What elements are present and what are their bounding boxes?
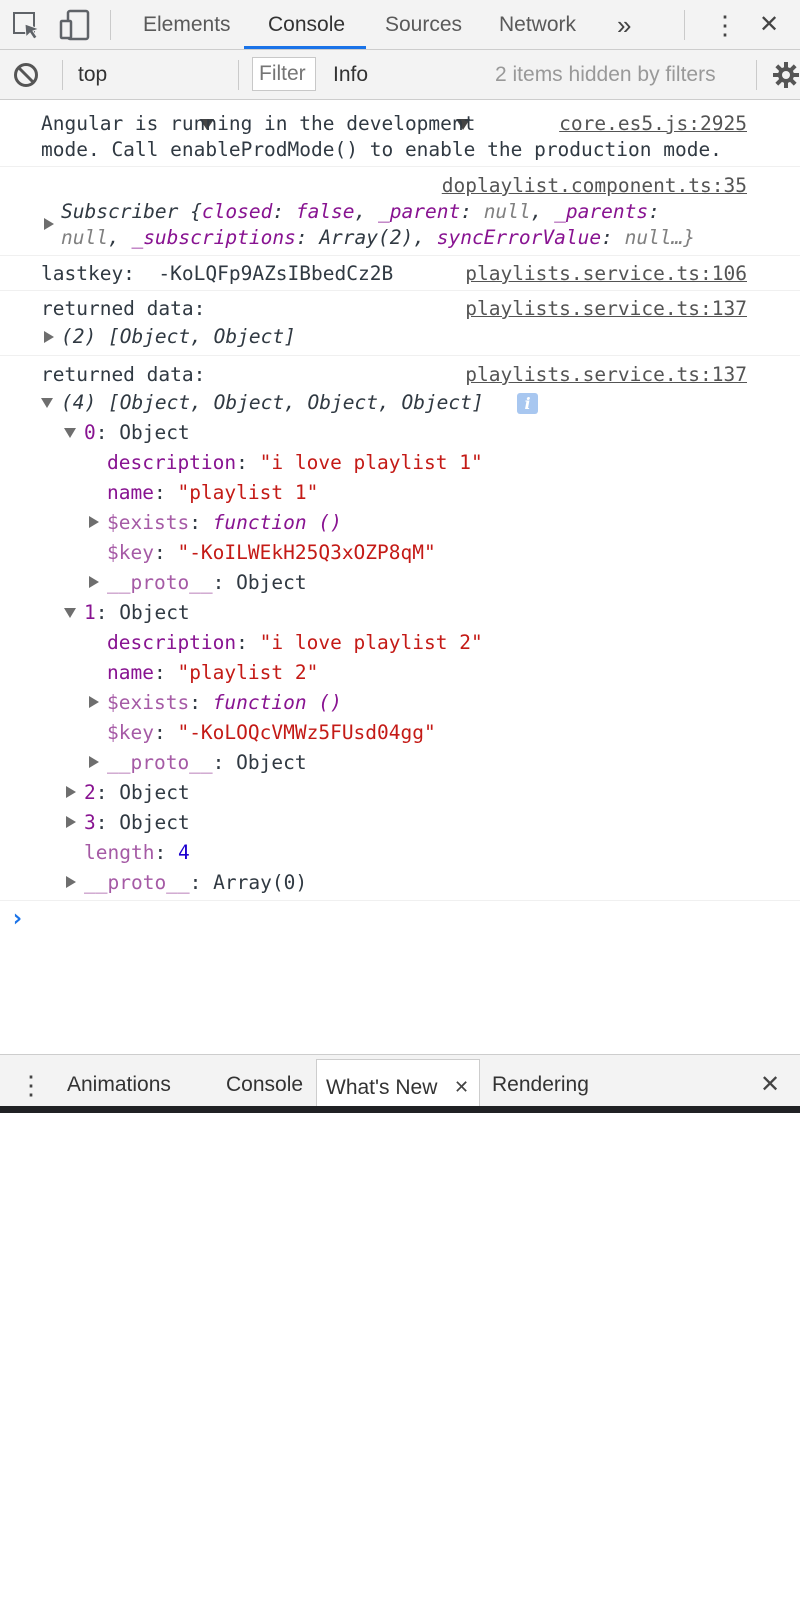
property-row[interactable]: __proto__: Array(0) bbox=[84, 870, 307, 896]
filter-divider bbox=[238, 60, 239, 90]
expand-arrow-icon[interactable] bbox=[89, 516, 99, 528]
filter-divider bbox=[756, 60, 757, 90]
collapse-arrow-icon[interactable] bbox=[41, 398, 53, 408]
tab-elements[interactable]: Elements bbox=[143, 0, 231, 50]
array-preview[interactable]: (2) [Object, Object] bbox=[61, 324, 296, 350]
context-selector[interactable]: top bbox=[78, 50, 107, 100]
property-row: name: "playlist 2" bbox=[107, 661, 319, 684]
console-message-text: Angular is running in the development bbox=[41, 112, 476, 135]
devtools-tab-bar: Elements Console Sources Network » ⋮ ✕ bbox=[0, 0, 800, 50]
console-message-text: lastkey: -KoLQFp9AZsIBbedCz2B bbox=[41, 262, 394, 285]
array-item[interactable]: 0: Object bbox=[84, 420, 190, 446]
message-divider bbox=[0, 355, 800, 356]
source-link[interactable]: playlists.service.ts:137 bbox=[465, 362, 747, 388]
filter-divider bbox=[62, 60, 63, 90]
window-bottom-edge bbox=[0, 1106, 800, 1113]
message-divider bbox=[0, 255, 800, 256]
drawer-tab-bar: ⋮ Animations Console What's New ✕ Render… bbox=[0, 1054, 800, 1113]
log-level-selector[interactable]: Info bbox=[333, 50, 368, 100]
hidden-items-note: 2 items hidden by filters bbox=[495, 63, 716, 86]
source-link[interactable]: doplaylist.component.ts:35 bbox=[442, 173, 747, 199]
console-message-text: mode. Call enableProdMode() to enable th… bbox=[41, 138, 722, 161]
expand-arrow-icon[interactable] bbox=[44, 218, 54, 230]
gear-icon[interactable] bbox=[772, 61, 800, 89]
property-row: $key: "-KoILWEkH25Q3xOZP8qM" bbox=[107, 541, 436, 564]
drawer-tab-animations[interactable]: Animations bbox=[67, 1055, 171, 1107]
expand-arrow-icon[interactable] bbox=[44, 331, 54, 343]
toolbar-divider bbox=[684, 10, 685, 40]
property-row: description: "i love playlist 2" bbox=[107, 631, 483, 654]
drawer-tab-whats-new[interactable]: What's New ✕ bbox=[316, 1059, 480, 1109]
property-row: $key: "-KoLOQcVMWz5FUsd04gg" bbox=[107, 721, 436, 744]
message-divider bbox=[0, 290, 800, 291]
source-link[interactable]: core.es5.js:2925 bbox=[559, 111, 747, 137]
property-row[interactable]: __proto__: Object bbox=[107, 750, 307, 776]
console-message-text: returned data: bbox=[41, 297, 206, 320]
array-item[interactable]: 1: Object bbox=[84, 600, 190, 626]
tab-console[interactable]: Console bbox=[268, 0, 345, 50]
filter-input[interactable] bbox=[252, 57, 316, 91]
property-row: length: 4 bbox=[84, 841, 190, 864]
array-item[interactable]: 2: Object bbox=[84, 780, 190, 806]
customize-menu-icon[interactable]: ⋮ bbox=[712, 0, 738, 50]
property-row: name: "playlist 1" bbox=[107, 481, 319, 504]
property-row[interactable]: __proto__: Object bbox=[107, 570, 307, 596]
source-link[interactable]: playlists.service.ts:106 bbox=[465, 261, 747, 287]
more-tabs-icon[interactable]: » bbox=[617, 0, 631, 50]
property-row[interactable]: $exists: function () bbox=[107, 510, 342, 536]
close-drawer-icon[interactable]: ✕ bbox=[760, 1055, 780, 1107]
expand-arrow-icon[interactable] bbox=[66, 876, 76, 888]
console-filter-bar: top Info 2 items hidden by filters bbox=[0, 50, 800, 130]
object-preview[interactable]: Subscriber {closed: false, _parent: null… bbox=[61, 199, 660, 225]
expand-arrow-icon[interactable] bbox=[66, 786, 76, 798]
console-message-text: returned data: bbox=[41, 363, 206, 386]
property-row[interactable]: $exists: function () bbox=[107, 690, 342, 716]
inspect-element-icon[interactable] bbox=[12, 11, 42, 41]
drawer-tab-console[interactable]: Console bbox=[226, 1055, 303, 1107]
message-divider bbox=[0, 900, 800, 901]
expand-arrow-icon[interactable] bbox=[66, 816, 76, 828]
expand-arrow-icon[interactable] bbox=[89, 576, 99, 588]
toolbar-divider bbox=[110, 10, 111, 40]
console-output: Angular is running in the development co… bbox=[0, 0, 800, 1610]
expand-arrow-icon[interactable] bbox=[89, 756, 99, 768]
message-divider bbox=[0, 166, 800, 167]
device-toolbar-icon[interactable] bbox=[58, 9, 92, 41]
close-devtools-icon[interactable]: ✕ bbox=[759, 0, 779, 50]
collapse-arrow-icon[interactable] bbox=[64, 608, 76, 618]
drawer-menu-icon[interactable]: ⋮ bbox=[18, 1055, 44, 1107]
source-link[interactable]: playlists.service.ts:137 bbox=[465, 296, 747, 322]
tab-sources[interactable]: Sources bbox=[385, 0, 462, 50]
array-preview[interactable]: (4) [Object, Object, Object, Object] bbox=[61, 390, 484, 416]
object-preview[interactable]: null, _subscriptions: Array(2), syncErro… bbox=[61, 225, 695, 251]
expand-arrow-icon[interactable] bbox=[89, 696, 99, 708]
property-row: description: "i love playlist 1" bbox=[107, 451, 483, 474]
console-prompt-icon[interactable]: › bbox=[10, 905, 24, 931]
active-tab-indicator bbox=[244, 46, 366, 49]
collapse-arrow-icon[interactable] bbox=[64, 428, 76, 438]
clear-console-icon[interactable] bbox=[13, 62, 39, 88]
array-item[interactable]: 3: Object bbox=[84, 810, 190, 836]
tab-network[interactable]: Network bbox=[499, 0, 576, 50]
drawer-tab-rendering[interactable]: Rendering bbox=[492, 1055, 589, 1107]
info-icon[interactable]: i bbox=[517, 393, 538, 414]
